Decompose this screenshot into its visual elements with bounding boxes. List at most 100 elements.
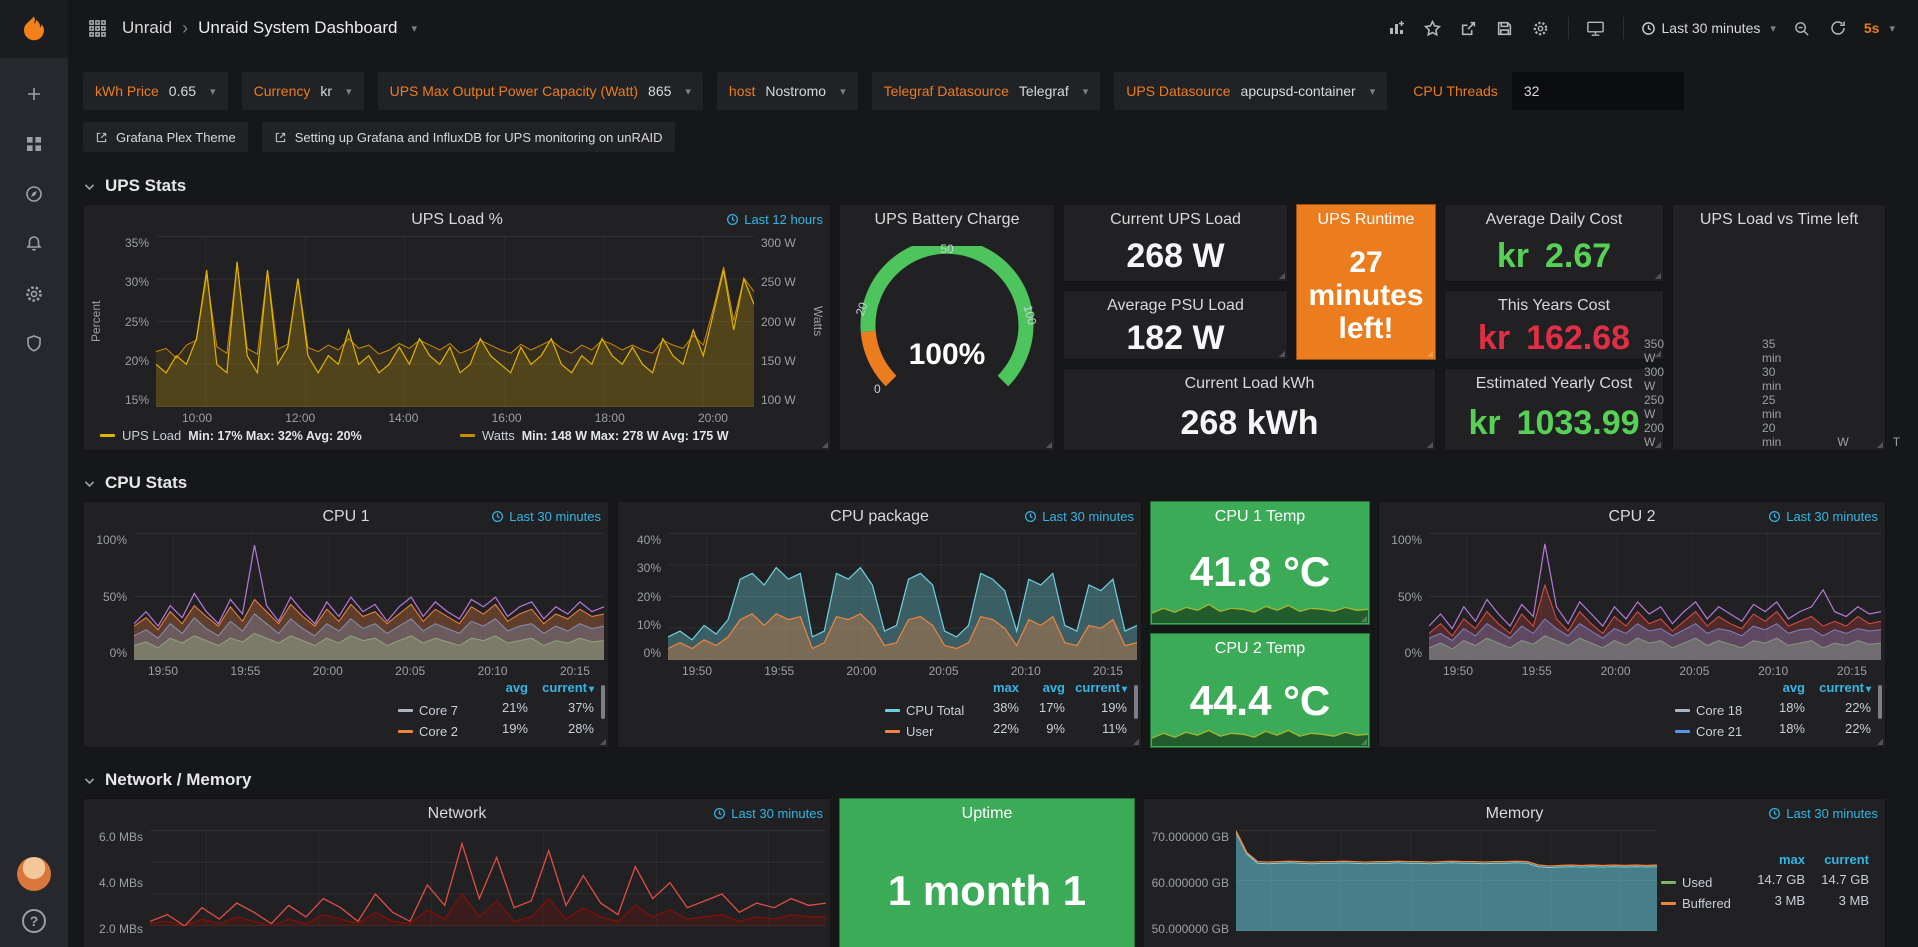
panel-title[interactable]: Current UPS Load bbox=[1064, 211, 1287, 229]
time-range-picker[interactable]: Last 30 minutes ▾ bbox=[1636, 12, 1781, 44]
legend-series[interactable]: Core 18 bbox=[1675, 700, 1749, 721]
refresh-interval-dropdown[interactable]: 5s ▾ bbox=[1859, 12, 1900, 44]
panel-title[interactable]: CPU 2 Temp bbox=[1151, 640, 1369, 658]
legend-header-avg[interactable]: avg bbox=[1749, 680, 1805, 700]
breadcrumb-app[interactable]: Unraid bbox=[122, 18, 172, 38]
row-header-network-memory[interactable]: Network / Memory bbox=[68, 770, 1918, 790]
legend-series[interactable]: Core 21 bbox=[1675, 721, 1749, 742]
axis-label: 350 W bbox=[1644, 337, 1664, 365]
variable-ups-max-power[interactable]: UPS Max Output Power Capacity (Watt) 865… bbox=[378, 72, 703, 110]
panel-timerange[interactable]: Last 12 hours bbox=[726, 212, 823, 227]
axis-label: 2.0 MBs bbox=[99, 922, 143, 936]
legend-series[interactable]: CPU Total bbox=[885, 700, 969, 721]
panel-title[interactable]: This Years Cost bbox=[1445, 297, 1663, 315]
panel-title[interactable]: CPU 1 Temp bbox=[1151, 508, 1369, 526]
axis-label: 20 min bbox=[1762, 421, 1781, 449]
row-title: CPU Stats bbox=[105, 473, 187, 493]
legend-table: max avg current▾ CPU Total 38% 17% 19% U… bbox=[885, 680, 1127, 742]
cpu-package-plot[interactable] bbox=[668, 533, 1137, 660]
panel-title[interactable]: UPS Load vs Time left bbox=[1673, 211, 1885, 229]
legend-header-avg[interactable]: avg bbox=[1019, 680, 1065, 700]
legend-header-current[interactable]: current▾ bbox=[1065, 680, 1127, 700]
cycle-view-tv-icon[interactable] bbox=[1581, 12, 1611, 44]
panel-title[interactable]: Average PSU Load bbox=[1064, 297, 1287, 315]
panel-title[interactable]: UPS Battery Charge bbox=[840, 211, 1054, 229]
variable-currency[interactable]: Currency kr ▾ bbox=[242, 72, 364, 110]
legend-series[interactable]: Core 7 bbox=[398, 700, 472, 721]
dashboard-settings-gear-icon[interactable] bbox=[1526, 12, 1556, 44]
dashboards-icon[interactable] bbox=[22, 132, 46, 156]
variable-cpu-threads-label: CPU Threads bbox=[1401, 72, 1498, 110]
share-icon[interactable] bbox=[1454, 12, 1484, 44]
row-header-cpu-stats[interactable]: CPU Stats bbox=[68, 473, 1918, 493]
panel-title[interactable]: UPS Load % bbox=[84, 211, 830, 229]
legend-item-watts[interactable]: Watts Min: 148 W Max: 278 W Avg: 175 W bbox=[460, 428, 820, 443]
legend-scrollbar[interactable] bbox=[1134, 685, 1138, 719]
legend-header-max[interactable]: max bbox=[1741, 852, 1805, 872]
alerting-bell-icon[interactable] bbox=[22, 232, 46, 256]
server-admin-shield-icon[interactable] bbox=[22, 332, 46, 356]
cpu1-plot[interactable] bbox=[134, 533, 604, 660]
legend-series[interactable]: Buffered bbox=[1661, 893, 1741, 914]
cpu-threads-input[interactable] bbox=[1512, 72, 1684, 110]
legend-table: max current Used 14.7 GB 14.7 GB Buffere… bbox=[1661, 852, 1869, 914]
panel-timerange[interactable]: Last 30 minutes bbox=[1024, 509, 1134, 524]
legend-header-current[interactable]: current bbox=[1805, 852, 1869, 872]
variable-telegraf-datasource[interactable]: Telegraf Datasource Telegraf ▾ bbox=[872, 72, 1101, 110]
star-icon[interactable] bbox=[1418, 12, 1448, 44]
series-color-swatch bbox=[885, 730, 900, 733]
link-grafana-plex-theme[interactable]: Grafana Plex Theme bbox=[83, 122, 248, 152]
panel-title[interactable]: Current Load kWh bbox=[1064, 375, 1435, 393]
panel-timerange[interactable]: Last 30 minutes bbox=[713, 806, 823, 821]
axis-label: 20:00 bbox=[846, 664, 876, 680]
panel-title[interactable]: Uptime bbox=[840, 805, 1134, 823]
legend-header-current[interactable]: current▾ bbox=[1805, 680, 1871, 700]
gauge-value: 100% bbox=[852, 338, 1042, 372]
panel-timerange[interactable]: Last 30 minutes bbox=[1768, 806, 1878, 821]
stat-value: kr 2.67 bbox=[1497, 237, 1611, 276]
legend-series[interactable]: User bbox=[885, 721, 969, 742]
ups-stats-row: UPS Load % Last 12 hours Percent 35%30%2… bbox=[83, 204, 1900, 451]
refresh-icon[interactable] bbox=[1823, 12, 1853, 44]
user-avatar[interactable] bbox=[17, 857, 51, 891]
help-icon[interactable]: ? bbox=[22, 909, 46, 933]
y-axis-right: 300 W250 W200 W150 W100 W bbox=[754, 236, 810, 407]
variable-ups-datasource[interactable]: UPS Datasource apcupsd-container ▾ bbox=[1114, 72, 1387, 110]
grafana-logo[interactable] bbox=[0, 0, 68, 58]
legend-header-avg[interactable]: avg bbox=[472, 680, 528, 700]
legend-header-current[interactable]: current▾ bbox=[528, 680, 594, 700]
panel-title[interactable]: Estimated Yearly Cost bbox=[1445, 375, 1663, 393]
legend-item-ups-load[interactable]: UPS Load Min: 17% Max: 32% Avg: 20% bbox=[100, 428, 460, 443]
cpu2-plot[interactable] bbox=[1429, 533, 1881, 660]
legend-scrollbar[interactable] bbox=[601, 685, 605, 719]
legend-series[interactable]: Core 2 bbox=[398, 721, 472, 742]
panel-title[interactable]: UPS Runtime bbox=[1297, 211, 1435, 229]
memory-plot[interactable] bbox=[1236, 830, 1657, 936]
ups-load-plot[interactable] bbox=[156, 236, 754, 407]
dashboard-title[interactable]: Unraid System Dashboard bbox=[198, 18, 397, 38]
legend-series[interactable]: Used bbox=[1661, 872, 1741, 893]
create-icon[interactable] bbox=[22, 82, 46, 106]
panel-timerange[interactable]: Last 30 minutes bbox=[1768, 509, 1878, 524]
variable-kwh-price[interactable]: kWh Price 0.65 ▾ bbox=[83, 72, 228, 110]
apps-grid-icon[interactable] bbox=[82, 12, 112, 44]
chevron-down-icon: ▾ bbox=[1889, 22, 1895, 35]
panel-timerange[interactable]: Last 30 minutes bbox=[491, 509, 601, 524]
save-icon[interactable] bbox=[1490, 12, 1520, 44]
legend-value: 22% bbox=[1805, 700, 1871, 721]
zoom-out-icon[interactable] bbox=[1787, 12, 1817, 44]
configuration-gear-icon[interactable] bbox=[22, 282, 46, 306]
link-ups-monitoring-guide[interactable]: Setting up Grafana and InfluxDB for UPS … bbox=[262, 122, 675, 152]
chevron-down-icon[interactable]: ▾ bbox=[411, 22, 417, 35]
panel-ups-load: UPS Load % Last 12 hours Percent 35%30%2… bbox=[83, 204, 831, 451]
timerange-label: Last 30 minutes bbox=[1042, 509, 1134, 524]
legend-header-max[interactable]: max bbox=[969, 680, 1019, 700]
row-header-ups-stats[interactable]: UPS Stats bbox=[68, 176, 1918, 196]
panel-title[interactable]: Average Daily Cost bbox=[1445, 211, 1663, 229]
explore-icon[interactable] bbox=[22, 182, 46, 206]
legend-scrollbar[interactable] bbox=[1878, 685, 1882, 719]
network-plot[interactable] bbox=[150, 830, 826, 936]
add-panel-icon[interactable] bbox=[1382, 12, 1412, 44]
variable-host[interactable]: host Nostromo ▾ bbox=[717, 72, 858, 110]
axis-label: 70.000000 GB bbox=[1152, 830, 1229, 844]
